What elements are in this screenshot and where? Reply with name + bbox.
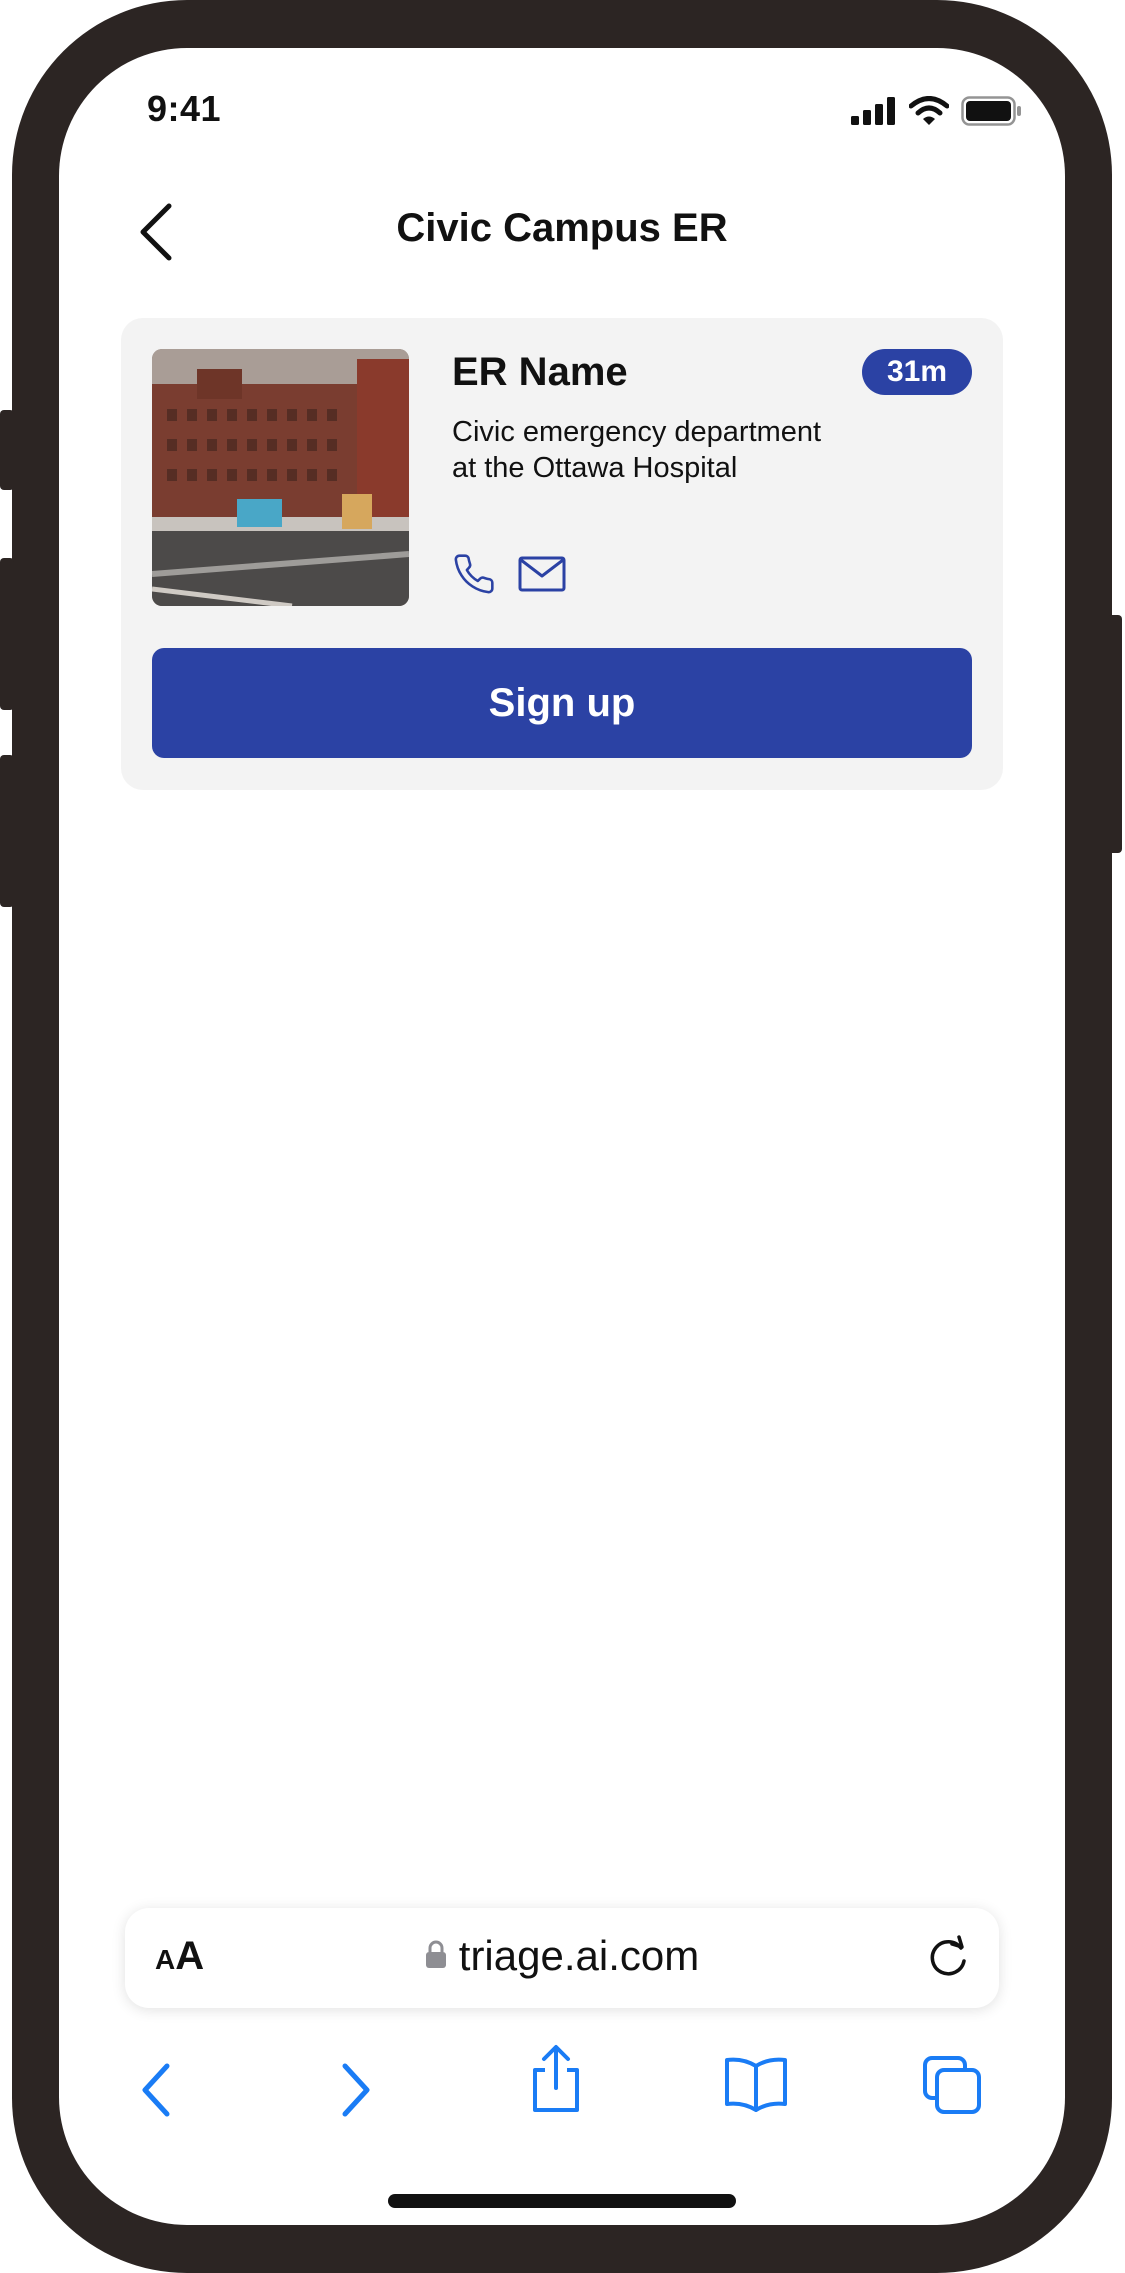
contact-icons	[452, 552, 566, 601]
browser-toolbar	[59, 2038, 1065, 2138]
browser-address-bar[interactable]: AA triage.ai.com	[125, 1908, 999, 2008]
volume-down-button	[0, 755, 14, 907]
status-time: 9:41	[147, 88, 222, 129]
url-display[interactable]: triage.ai.com	[125, 1932, 999, 1980]
back-icon[interactable]	[137, 2060, 177, 2125]
phone-icon[interactable]	[452, 552, 496, 601]
er-building-photo	[152, 349, 409, 606]
tabs-icon[interactable]	[921, 2054, 983, 2121]
lock-icon	[425, 1939, 447, 1974]
screen: 9:41 Civic Campus ER ER Name 31m Civic e…	[59, 48, 1065, 2225]
er-card: ER Name 31m Civic emergency department a…	[121, 318, 1003, 790]
er-description-line-1: Civic emergency department	[452, 416, 822, 448]
battery-icon	[961, 96, 1023, 131]
page-title: Civic Campus ER	[396, 206, 728, 250]
signal-icon	[851, 97, 897, 130]
er-description-line-2: at the Ottawa Hospital	[452, 452, 738, 484]
mail-icon[interactable]	[518, 556, 566, 597]
power-button	[1108, 615, 1122, 853]
url-text: triage.ai.com	[458, 1932, 700, 1979]
status-bar: 9:41	[59, 48, 1065, 158]
nav-header: Civic Campus ER	[59, 188, 1065, 278]
sign-up-button[interactable]: Sign up	[152, 648, 972, 758]
mute-switch	[0, 410, 14, 490]
reload-icon[interactable]	[925, 1934, 971, 1985]
er-description: Civic emergency department at the Ottawa…	[452, 414, 872, 486]
forward-icon[interactable]	[335, 2060, 375, 2125]
volume-up-button	[0, 558, 14, 710]
wait-time-badge: 31m	[862, 349, 972, 395]
bookmarks-icon[interactable]	[723, 2056, 789, 2117]
er-name: ER Name	[452, 350, 628, 394]
home-indicator	[388, 2194, 736, 2208]
status-icons	[851, 96, 1023, 131]
wifi-icon	[908, 96, 950, 131]
share-icon[interactable]	[527, 2044, 585, 2119]
